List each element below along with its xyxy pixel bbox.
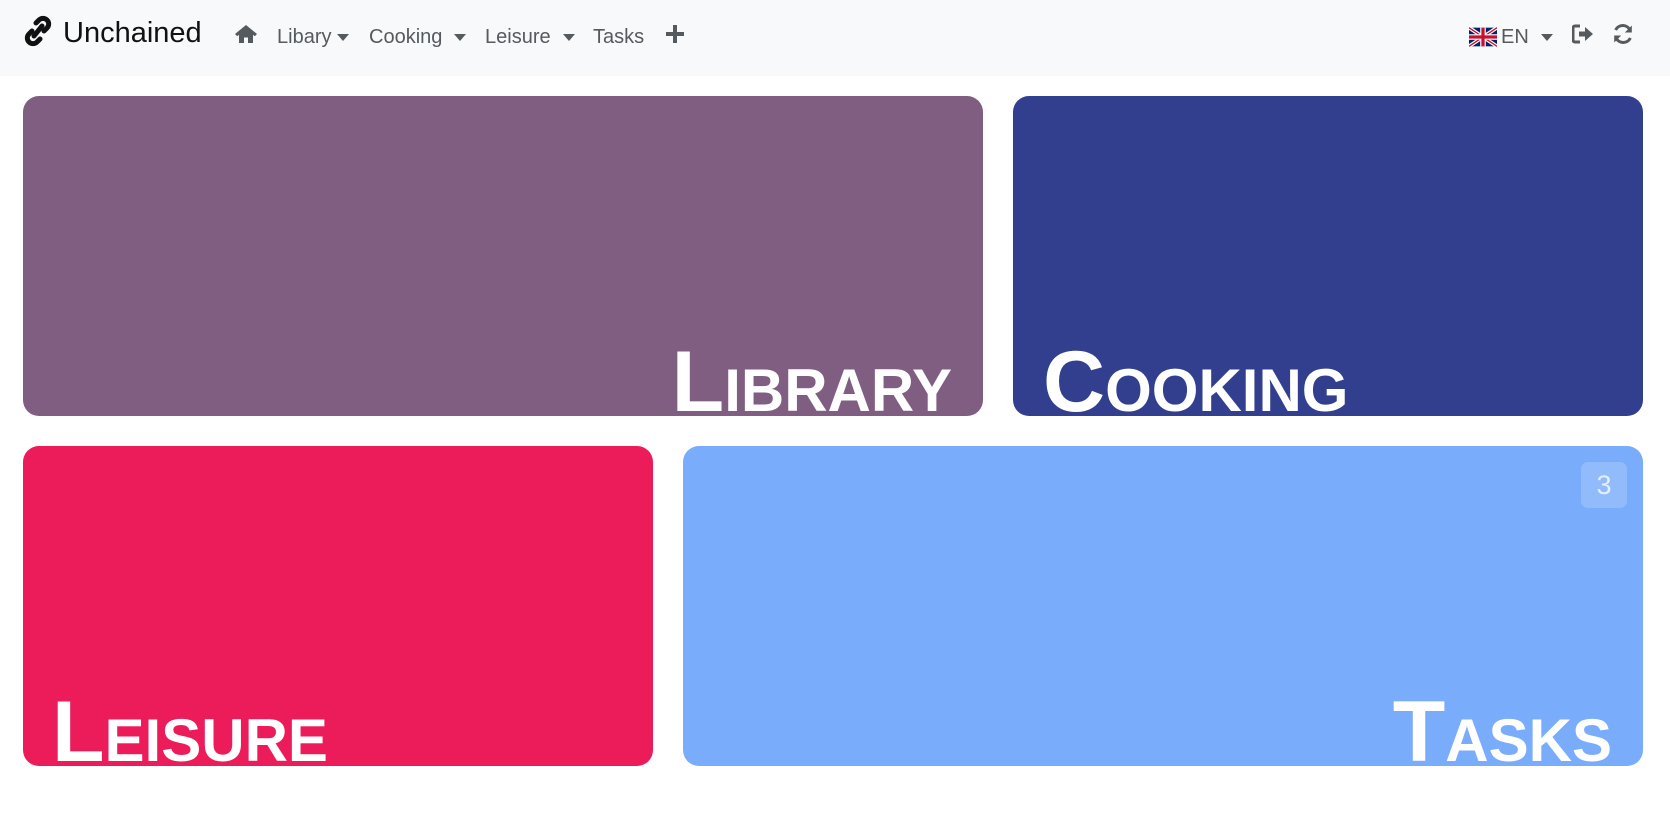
tile-cooking[interactable]: Cooking xyxy=(1013,96,1643,416)
top-navbar: Unchained Libary Cooking Leisure Tasks E… xyxy=(0,0,1670,76)
home-icon xyxy=(234,24,258,50)
tile-tasks[interactable]: 3 Tasks xyxy=(683,446,1643,766)
nav-cooking-label: Cooking xyxy=(369,25,443,48)
caret-down-icon xyxy=(454,33,467,41)
caret-down-icon xyxy=(337,33,350,41)
caret-down-icon xyxy=(1540,33,1553,41)
logout-button[interactable] xyxy=(1571,22,1594,52)
nav-library-label: Libary xyxy=(277,25,332,48)
caret-down-icon xyxy=(562,33,575,41)
tile-cooking-title: Cooking xyxy=(1043,334,1349,416)
tile-library-title: Library xyxy=(671,334,952,416)
refresh-button[interactable] xyxy=(1612,22,1634,52)
plus-icon xyxy=(665,24,685,50)
nav-home[interactable] xyxy=(234,22,258,52)
link-icon xyxy=(23,15,53,52)
uk-flag-icon xyxy=(1469,27,1497,47)
language-dropdown[interactable]: EN xyxy=(1469,22,1553,52)
refresh-icon xyxy=(1612,23,1634,51)
nav-tasks-label: Tasks xyxy=(593,25,645,48)
sign-out-icon xyxy=(1571,24,1594,50)
language-label: EN xyxy=(1501,25,1529,48)
nav-leisure-dropdown[interactable]: Leisure xyxy=(485,22,575,52)
nav-leisure-label: Leisure xyxy=(485,25,551,48)
tasks-count-badge: 3 xyxy=(1581,462,1627,508)
brand-link[interactable]: Unchained xyxy=(23,14,202,52)
add-button[interactable] xyxy=(665,22,685,52)
nav-tasks[interactable]: Tasks xyxy=(593,22,644,52)
nav-library-dropdown[interactable]: Libary xyxy=(277,22,350,52)
brand-title: Unchained xyxy=(63,16,202,49)
tile-library[interactable]: Library xyxy=(23,96,983,416)
tile-tasks-title: Tasks xyxy=(1392,684,1612,766)
tile-leisure[interactable]: Leisure xyxy=(23,446,653,766)
tile-leisure-title: Leisure xyxy=(52,684,328,766)
nav-cooking-dropdown[interactable]: Cooking xyxy=(369,22,467,52)
